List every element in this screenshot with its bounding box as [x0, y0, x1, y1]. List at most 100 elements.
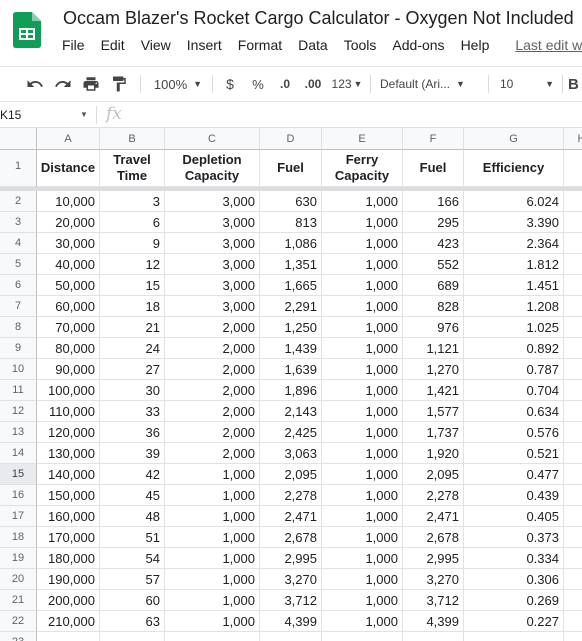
table-cell[interactable]: 36	[100, 422, 165, 443]
row-header[interactable]: 4	[0, 233, 37, 254]
table-cell[interactable]: 2,678	[403, 527, 464, 548]
table-cell[interactable]: 1,665	[260, 275, 322, 296]
table-cell[interactable]: 2,095	[403, 464, 464, 485]
bold-button[interactable]: B	[568, 67, 582, 101]
table-cell[interactable]: 3,000	[165, 233, 260, 254]
table-cell[interactable]: 0.521	[464, 443, 564, 464]
table-cell[interactable]: 1,000	[322, 422, 403, 443]
row-header[interactable]: 22	[0, 611, 37, 632]
table-cell[interactable]: 2,278	[260, 485, 322, 506]
table-cell[interactable]: 0.373	[464, 527, 564, 548]
table-cell[interactable]: 2,278	[403, 485, 464, 506]
table-cell[interactable]: 1,000	[165, 506, 260, 527]
table-cell[interactable]	[564, 212, 582, 233]
table-cell[interactable]: 42	[100, 464, 165, 485]
table-cell[interactable]: 1,000	[322, 254, 403, 275]
table-cell[interactable]: 15	[100, 275, 165, 296]
table-cell[interactable]: 689	[403, 275, 464, 296]
table-cell[interactable]: 2,425	[260, 422, 322, 443]
table-cell[interactable]	[564, 401, 582, 422]
column-header-d[interactable]: D	[260, 128, 322, 150]
table-cell[interactable]: 0.306	[464, 569, 564, 590]
table-cell[interactable]: 630	[260, 191, 322, 212]
table-cell[interactable]	[564, 506, 582, 527]
table-cell[interactable]: 295	[403, 212, 464, 233]
column-header-e[interactable]: E	[322, 128, 403, 150]
row-header[interactable]: 17	[0, 506, 37, 527]
row-header[interactable]: 23	[0, 632, 37, 641]
table-cell[interactable]: 813	[260, 212, 322, 233]
table-cell[interactable]: 2,000	[165, 401, 260, 422]
column-header-a[interactable]: A	[37, 128, 100, 150]
table-cell[interactable]: 1,439	[260, 338, 322, 359]
table-cell[interactable]	[564, 464, 582, 485]
table-cell[interactable]: 1,351	[260, 254, 322, 275]
table-cell[interactable]: 200,000	[37, 590, 100, 611]
header-cell[interactable]: Fuel	[260, 150, 322, 187]
table-cell[interactable]: 2,291	[260, 296, 322, 317]
table-cell[interactable]: 2,000	[165, 359, 260, 380]
table-cell[interactable]: 1.025	[464, 317, 564, 338]
table-cell[interactable]: 0.439	[464, 485, 564, 506]
table-cell[interactable]: 1,896	[260, 380, 322, 401]
menu-file[interactable]: File	[62, 37, 93, 57]
table-cell[interactable]: 190,000	[37, 569, 100, 590]
header-cell[interactable]: Travel Time	[100, 150, 165, 187]
grid-cell[interactable]	[564, 150, 582, 187]
table-cell[interactable]: 423	[403, 233, 464, 254]
table-cell[interactable]: 1,000	[322, 611, 403, 632]
table-cell[interactable]	[564, 590, 582, 611]
increase-decimals-button[interactable]: .00	[300, 67, 326, 101]
table-cell[interactable]: 160,000	[37, 506, 100, 527]
table-cell[interactable]: 1,000	[322, 359, 403, 380]
table-cell[interactable]: 150,000	[37, 485, 100, 506]
table-cell[interactable]: 1,000	[322, 590, 403, 611]
table-cell[interactable]: 57	[100, 569, 165, 590]
table-cell[interactable]: 1,250	[260, 317, 322, 338]
column-header-f[interactable]: F	[403, 128, 464, 150]
table-cell[interactable]: 2,000	[165, 338, 260, 359]
row-header[interactable]: 18	[0, 527, 37, 548]
row-header[interactable]: 5	[0, 254, 37, 275]
table-cell[interactable]	[564, 233, 582, 254]
table-cell[interactable]: 1,000	[322, 317, 403, 338]
table-cell[interactable]: 828	[403, 296, 464, 317]
table-cell[interactable]: 20,000	[37, 212, 100, 233]
print-icon[interactable]	[78, 67, 104, 101]
table-cell[interactable]: 1,000	[165, 464, 260, 485]
table-cell[interactable]: 2,143	[260, 401, 322, 422]
table-cell[interactable]: 210,000	[37, 611, 100, 632]
menu-format[interactable]: Format	[238, 37, 290, 57]
row-header[interactable]: 9	[0, 338, 37, 359]
row-header[interactable]: 3	[0, 212, 37, 233]
table-cell[interactable]: 0.634	[464, 401, 564, 422]
table-cell[interactable]: 1,000	[322, 380, 403, 401]
google-sheets-logo-icon[interactable]	[13, 12, 41, 48]
table-cell[interactable]	[564, 422, 582, 443]
table-cell[interactable]: 3,712	[260, 590, 322, 611]
table-cell[interactable]: 1,000	[322, 464, 403, 485]
row-header[interactable]: 1	[0, 150, 37, 187]
table-cell[interactable]: 1,639	[260, 359, 322, 380]
column-header-b[interactable]: B	[100, 128, 165, 150]
table-cell[interactable]: 1,086	[260, 233, 322, 254]
table-cell[interactable]: 0.405	[464, 506, 564, 527]
header-cell[interactable]: Depletion Capacity	[165, 150, 260, 187]
table-cell[interactable]: 45	[100, 485, 165, 506]
table-cell[interactable]: 27	[100, 359, 165, 380]
chevron-down-icon[interactable]: ▼	[80, 102, 88, 128]
column-header-g[interactable]: G	[464, 128, 564, 150]
table-cell[interactable]: 976	[403, 317, 464, 338]
row-header[interactable]: 15	[0, 464, 37, 485]
table-cell[interactable]: 3	[100, 191, 165, 212]
table-cell[interactable]: 54	[100, 548, 165, 569]
table-cell[interactable]: 3,712	[403, 590, 464, 611]
table-cell[interactable]	[564, 485, 582, 506]
header-cell[interactable]: Efficiency	[464, 150, 564, 187]
table-cell[interactable]: 1,000	[322, 401, 403, 422]
table-cell[interactable]: 10,000	[37, 191, 100, 212]
table-cell[interactable]: 2,000	[165, 422, 260, 443]
table-cell[interactable]: 3,270	[403, 569, 464, 590]
table-cell[interactable]	[564, 359, 582, 380]
table-cell[interactable]: 6	[100, 212, 165, 233]
